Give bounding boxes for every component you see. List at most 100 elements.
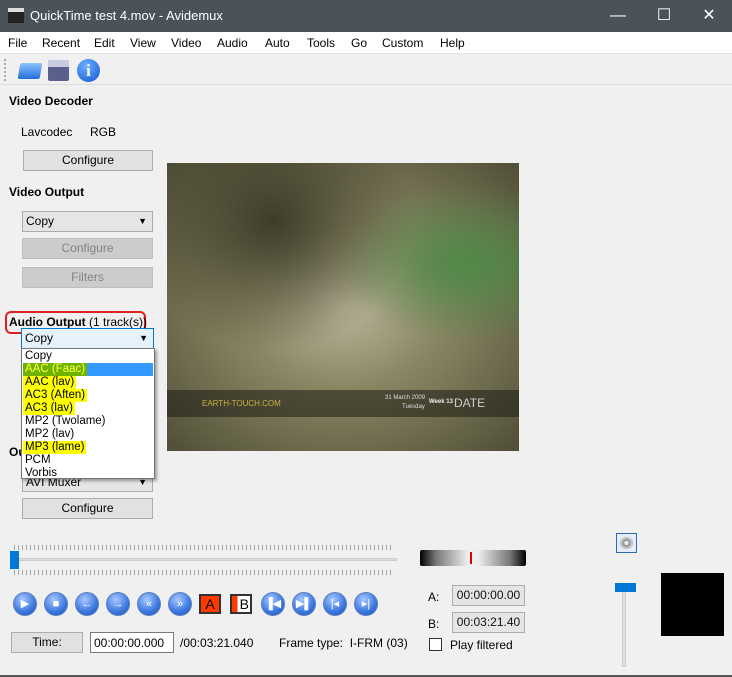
option-label: MP2 (Twolame): [25, 415, 106, 427]
decoder-codec: Lavcodec: [21, 125, 73, 139]
menu-bar: File Recent Edit View Video Audio Auto T…: [0, 32, 732, 53]
frame-type-label: Frame type:: [279, 636, 344, 650]
fast-forward-icon[interactable]: »: [168, 592, 192, 616]
volume-track: [622, 590, 626, 667]
option-label: Copy: [25, 350, 52, 362]
overlay-week: Week 13: [429, 399, 453, 405]
menu-go[interactable]: Go: [351, 36, 367, 50]
menu-video[interactable]: Video: [171, 36, 201, 50]
video-overlay-band: EARTH-TOUCH.COM 31 March 2009 Tuesday We…: [167, 390, 519, 417]
previous-keyframe-icon[interactable]: |◂: [323, 592, 347, 616]
option-label: AAC (lav): [23, 376, 77, 389]
next-keyframe-icon[interactable]: ▸|: [354, 592, 378, 616]
option-label: MP2 (lav): [25, 428, 75, 440]
play-icon[interactable]: ▶: [13, 592, 37, 616]
save-disk-icon[interactable]: [48, 60, 69, 81]
chevron-down-icon: ▼: [139, 333, 148, 343]
menu-view[interactable]: View: [130, 36, 156, 50]
go-marker-b-icon[interactable]: ▶▌: [292, 592, 316, 616]
set-marker-a-button[interactable]: A: [199, 594, 221, 614]
menu-custom[interactable]: Custom: [382, 36, 423, 50]
overlay-brand: EARTH-TOUCH.COM: [202, 399, 281, 408]
volume-handle[interactable]: [615, 583, 636, 592]
option-label: AAC (Faac): [23, 363, 88, 376]
seek-handle[interactable]: [10, 551, 19, 569]
maximize-button[interactable]: ☐: [641, 0, 687, 32]
menu-audio[interactable]: Audio: [217, 36, 248, 50]
decoder-configure-button[interactable]: Configure: [23, 150, 153, 171]
menu-help[interactable]: Help: [440, 36, 465, 50]
video-output-configure-button[interactable]: Configure: [22, 238, 153, 259]
menu-edit[interactable]: Edit: [94, 36, 115, 50]
marker-a-label: A:: [428, 590, 440, 604]
go-marker-a-icon[interactable]: ▐◀: [261, 592, 285, 616]
output-format-configure-button[interactable]: Configure: [22, 498, 153, 519]
jog-indicator: [470, 552, 472, 564]
audio-output-title: Audio Output: [9, 315, 86, 329]
chevron-down-icon: ▼: [138, 216, 147, 226]
current-time-input[interactable]: [90, 632, 174, 653]
app-icon: [8, 8, 24, 23]
overlay-label: DATE: [454, 396, 486, 410]
play-filtered-label: Play filtered: [450, 638, 513, 652]
video-output-heading: Video Output: [9, 185, 85, 199]
title-bar: QuickTime test 4.mov - Avidemux — ☐ ✕: [0, 0, 732, 32]
time-button[interactable]: Time:: [11, 632, 83, 653]
menu-auto[interactable]: Auto: [265, 36, 290, 50]
marker-b-label: B:: [428, 617, 440, 631]
option-label: Vorbis: [25, 467, 57, 479]
video-decoder-heading: Video Decoder: [9, 94, 93, 108]
close-button[interactable]: ✕: [686, 0, 732, 32]
open-folder-icon[interactable]: [17, 63, 43, 79]
marker-a-value: 00:00:00.00: [452, 585, 525, 606]
option-vorbis[interactable]: Vorbis: [23, 467, 153, 480]
previous-frame-icon[interactable]: ←: [75, 592, 99, 616]
audio-codec-dropdown: Copy AAC (Faac) AAC (lav) AC3 (Aften) AC…: [21, 348, 155, 479]
jog-shuttle[interactable]: [420, 550, 526, 566]
option-mp2-lav[interactable]: MP2 (lav): [23, 428, 153, 441]
option-label: MP3 (lame): [23, 441, 87, 454]
marker-b-value: 00:03:21.40: [452, 612, 525, 633]
audio-track-count: (1 track(s)): [88, 315, 147, 329]
info-icon[interactable]: i: [77, 59, 100, 82]
speaker-glyph: [620, 537, 633, 549]
menu-file[interactable]: File: [8, 36, 27, 50]
video-output-value: Copy: [26, 214, 55, 228]
audio-output-value: Copy: [25, 331, 54, 345]
total-time: /00:03:21.040: [180, 636, 254, 650]
tick-marks: [14, 545, 392, 550]
speaker-icon[interactable]: [616, 533, 637, 553]
option-aac-lav[interactable]: AAC (lav): [23, 376, 153, 389]
stop-icon[interactable]: ■: [44, 592, 68, 616]
video-output-select[interactable]: Copy ▼: [22, 211, 153, 232]
option-copy[interactable]: Copy: [23, 350, 153, 363]
option-label: AC3 (Aften): [23, 389, 88, 402]
audio-output-select[interactable]: Copy ▼: [21, 328, 154, 349]
option-mp3-lame[interactable]: MP3 (lame): [23, 441, 153, 454]
next-frame-icon[interactable]: →: [106, 592, 130, 616]
option-label: PCM: [25, 454, 51, 466]
option-pcm[interactable]: PCM: [23, 454, 153, 467]
option-mp2-twolame[interactable]: MP2 (Twolame): [23, 415, 153, 428]
rewind-icon[interactable]: «: [137, 592, 161, 616]
option-label: AC3 (lav): [23, 402, 75, 415]
decoder-format: RGB: [90, 125, 117, 139]
menu-tools[interactable]: Tools: [307, 36, 335, 50]
video-preview: EARTH-TOUCH.COM 31 March 2009 Tuesday We…: [167, 163, 519, 451]
option-ac3-lav[interactable]: AC3 (lav): [23, 402, 153, 415]
window-title: QuickTime test 4.mov - Avidemux: [30, 8, 223, 23]
audio-output-heading: Audio Output (1 track(s)): [9, 315, 147, 329]
tick-marks: [14, 570, 392, 575]
minimize-button[interactable]: —: [595, 0, 641, 32]
toolbar-grip: [4, 59, 6, 81]
filters-button[interactable]: Filters: [22, 267, 153, 288]
toolbar: i: [0, 53, 732, 85]
seek-slider[interactable]: [10, 545, 398, 575]
set-marker-b-button[interactable]: B: [230, 594, 252, 614]
play-filtered-checkbox[interactable]: [429, 638, 442, 651]
option-ac3-aften[interactable]: AC3 (Aften): [23, 389, 153, 402]
menu-recent[interactable]: Recent: [42, 36, 80, 50]
seek-track: [10, 558, 397, 561]
option-aac-faac[interactable]: AAC (Faac): [23, 363, 153, 376]
overlay-day: Tuesday: [402, 404, 425, 410]
